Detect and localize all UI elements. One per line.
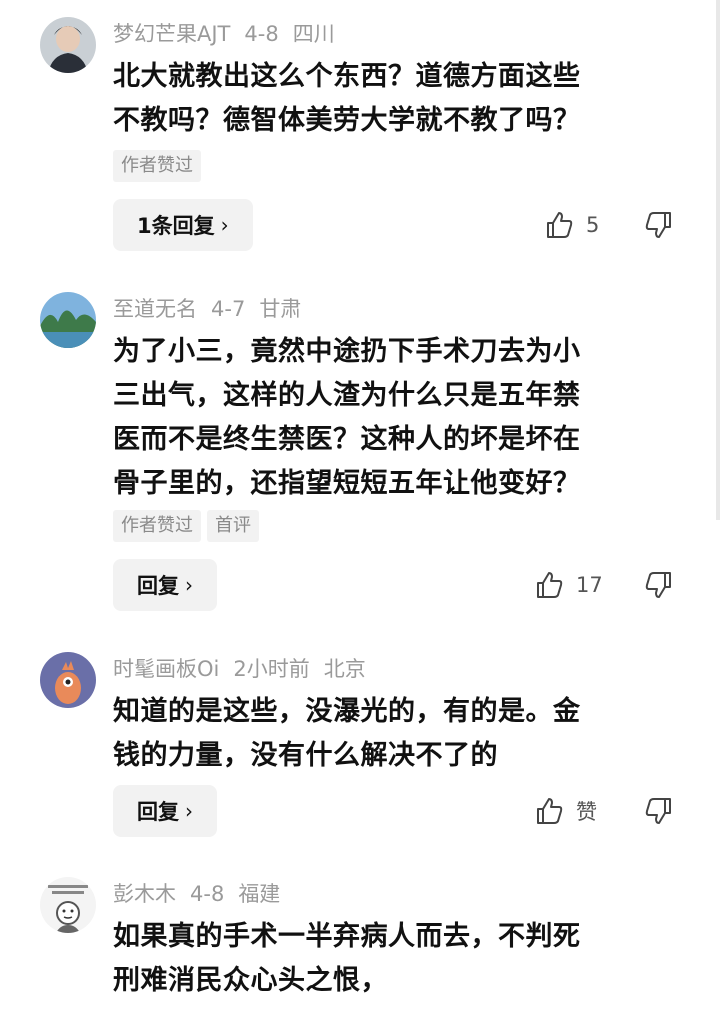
avatar-image — [40, 877, 96, 933]
comment-text: 为了小三，竟然中途扔下手术刀去为小 三出气，这样的人渣为什么只是五年禁 医而不是… — [113, 330, 673, 506]
comment-item: 梦幻芒果AJT 4-8 四川 北大就教出这么个东西？道德方面这些 不教吗？德智体美劳… — [0, 17, 720, 257]
comment-location: 福建 — [238, 882, 281, 906]
comment-date: 2小时前 — [233, 657, 310, 681]
comment-location: 北京 — [323, 657, 366, 681]
like-button[interactable]: 赞 — [534, 796, 597, 826]
comment-line: 刑难消民众心头之恨， — [113, 965, 388, 996]
comment-item: 时髦画板Oi 2小时前 北京 知道的是这些，没瀑光的，有的是。金 钱的力量，没有什么… — [0, 652, 720, 842]
chevron-right-icon: › — [185, 573, 193, 597]
comment-line: 骨子里的，还指望短短五年让他变好？ — [113, 468, 581, 499]
reply-label: 回复 — [137, 800, 179, 824]
comment-text: 知道的是这些，没瀑光的，有的是。金 钱的力量，没有什么解决不了的 — [113, 690, 673, 778]
reply-button[interactable]: 1条回复 › — [113, 199, 253, 251]
dislike-button[interactable] — [644, 796, 674, 830]
chevron-right-icon: › — [220, 213, 229, 237]
comment-item: 至道无名 4-7 甘肃 为了小三，竟然中途扔下手术刀去为小 三出气，这样的人渣为什么… — [0, 292, 720, 612]
user-avatar[interactable] — [40, 877, 96, 933]
avatar-image — [40, 292, 96, 348]
thumbs-down-icon — [645, 572, 671, 598]
comment-line: 三出气，这样的人渣为什么只是五年禁 — [113, 380, 581, 411]
reply-label: 1条回复 — [137, 214, 215, 238]
comment-item: 彭木木 4-8 福建 如果真的手术一半弃病人而去，不判死 刑难消民众心头之恨， — [0, 877, 720, 1017]
thumbs-up-icon — [537, 572, 563, 598]
reply-label: 回复 — [137, 574, 179, 598]
username[interactable]: 时髦画板Oi — [113, 657, 219, 681]
comment-meta: 梦幻芒果AJT 4-8 四川 — [113, 19, 349, 49]
comment-location: 甘肃 — [259, 297, 302, 321]
comment-text: 北大就教出这么个东西？道德方面这些 不教吗？德智体美劳大学就不教了吗？ — [113, 55, 673, 143]
comment-date: 4-7 — [211, 297, 246, 321]
reply-button[interactable]: 回复 › — [113, 559, 217, 611]
comment-line: 知道的是这些，没瀑光的，有的是。金 — [113, 696, 581, 727]
comment-meta: 彭木木 4-8 福建 — [113, 879, 294, 909]
comment-date: 4-8 — [190, 882, 225, 906]
comment-line: 不教吗？德智体美劳大学就不教了吗？ — [113, 105, 581, 136]
like-count: 17 — [576, 573, 603, 597]
thumbs-down-icon — [645, 798, 671, 824]
thumbs-down-icon — [645, 212, 671, 238]
dislike-button[interactable] — [644, 570, 674, 604]
username[interactable]: 梦幻芒果AJT — [113, 22, 230, 46]
like-count: 赞 — [576, 800, 597, 824]
comment-line: 如果真的手术一半弃病人而去，不判死 — [113, 921, 581, 952]
chevron-right-icon: › — [185, 799, 193, 823]
author-liked-tag: 作者赞过 — [113, 510, 201, 542]
like-count: 5 — [586, 213, 600, 237]
user-avatar[interactable] — [40, 17, 96, 73]
thumbs-up-icon — [547, 212, 573, 238]
username[interactable]: 彭木木 — [113, 882, 176, 906]
comment-line: 医而不是终生禁医？这种人的坏是坏在 — [113, 424, 581, 455]
thumbs-up-icon — [537, 798, 563, 824]
like-button[interactable]: 5 — [544, 210, 599, 240]
comment-tags: 作者赞过 — [113, 150, 201, 182]
comment-location: 四川 — [292, 22, 335, 46]
user-avatar[interactable] — [40, 652, 96, 708]
comment-text: 如果真的手术一半弃病人而去，不判死 刑难消民众心头之恨， — [113, 915, 673, 1003]
comment-line: 北大就教出这么个东西？道德方面这些 — [113, 61, 581, 92]
avatar-image — [40, 17, 96, 73]
avatar-image — [40, 652, 96, 708]
comment-line: 钱的力量，没有什么解决不了的 — [113, 740, 498, 771]
first-comment-tag: 首评 — [207, 510, 259, 542]
comment-tags: 作者赞过 首评 — [113, 510, 259, 542]
dislike-button[interactable] — [644, 210, 674, 244]
like-button[interactable]: 17 — [534, 570, 603, 600]
comment-date: 4-8 — [244, 22, 279, 46]
username[interactable]: 至道无名 — [113, 297, 197, 321]
user-avatar[interactable] — [40, 292, 96, 348]
author-liked-tag: 作者赞过 — [113, 150, 201, 182]
reply-button[interactable]: 回复 › — [113, 785, 217, 837]
comment-meta: 时髦画板Oi 2小时前 北京 — [113, 654, 380, 684]
comment-meta: 至道无名 4-7 甘肃 — [113, 294, 315, 324]
comment-line: 为了小三，竟然中途扔下手术刀去为小 — [113, 336, 581, 367]
